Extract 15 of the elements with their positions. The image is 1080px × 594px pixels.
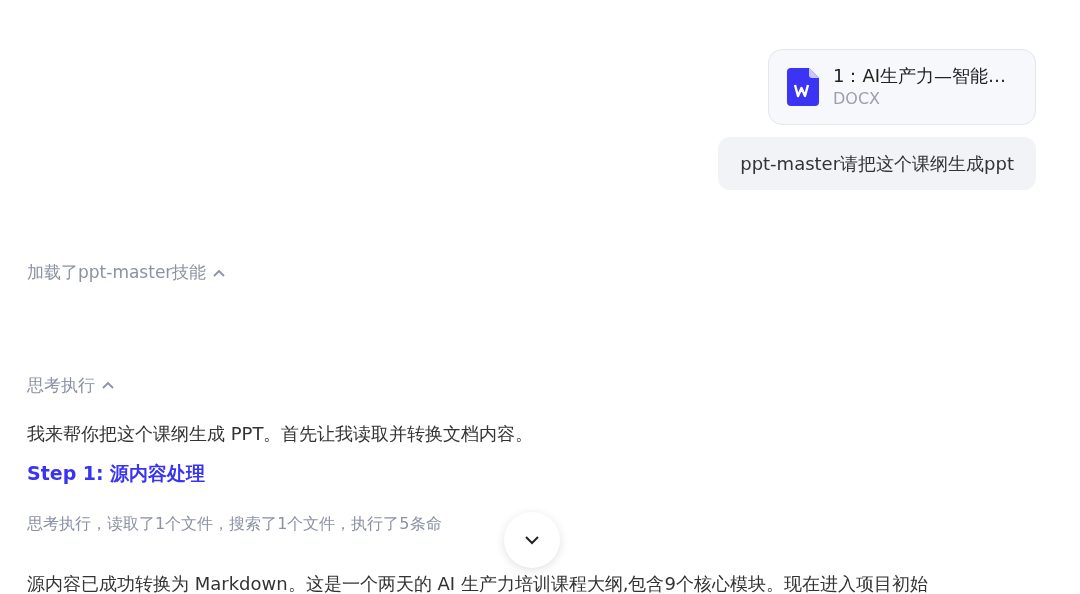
scroll-down-button[interactable] (504, 512, 560, 568)
file-type: DOCX (833, 88, 882, 110)
collapse-toggle[interactable]: 思考执行 (27, 372, 115, 398)
chevron-down-icon (524, 535, 540, 545)
step-heading: Step 1: 源内容处理 (27, 461, 207, 486)
paragraph: 源内容已成功转换为 Markdown。这是一个两天的 AI 生产力培训课程大纲,包含9个核心模块。现在进入项目初始 (27, 571, 929, 594)
file-attachment-card[interactable]: 1：AI生产力—智能… DOCX (768, 49, 1036, 125)
collapse-toggle[interactable]: 加载了ppt-master技能 (27, 260, 227, 286)
file-name: 1：AI生产力—智能… (833, 64, 1007, 88)
document-icon (787, 68, 819, 106)
activity-summary: 思考执行，读取了1个文件，搜索了1个文件，执行了5条命 (27, 512, 443, 535)
chevron-up-icon (212, 267, 227, 278)
paragraph: 我来帮你把这个课纲生成 PPT。首先让我读取并转换文档内容。 (27, 422, 535, 446)
chevron-up-icon (101, 380, 115, 391)
user-message-bubble: ppt-master请把这个课纲生成ppt (718, 137, 1036, 190)
